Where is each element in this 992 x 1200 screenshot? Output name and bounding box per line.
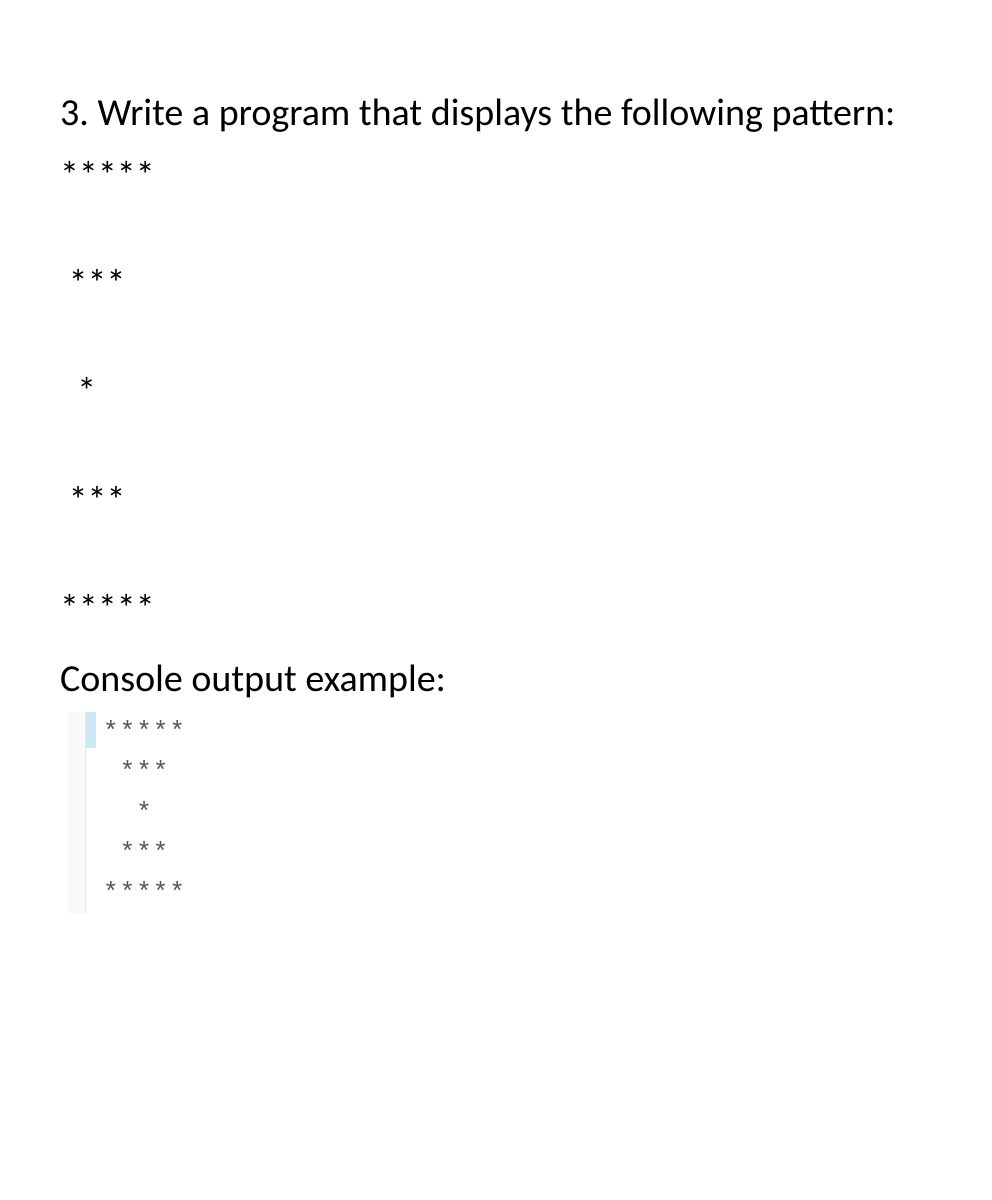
console-line-4: *** — [103, 833, 932, 873]
console-line-3: * — [103, 793, 932, 833]
console-gutter — [68, 712, 86, 913]
console-output-block: ***** *** * *** ***** — [68, 712, 932, 913]
console-line-1: ***** — [103, 712, 932, 752]
console-line-highlight — [86, 712, 96, 748]
console-line-2: *** — [103, 752, 932, 792]
console-line-5: ***** — [103, 873, 932, 913]
pattern-line-1: ***** — [60, 150, 932, 203]
question-prompt: 3. Write a program that displays the fol… — [60, 85, 932, 142]
pattern-line-5: ***** — [60, 583, 932, 636]
pattern-line-3: * — [60, 366, 932, 419]
pattern-line-2: *** — [60, 258, 932, 311]
console-output-label: Console output example: — [60, 656, 932, 702]
pattern-line-4: *** — [60, 475, 932, 528]
pattern-block: ***** *** * *** ***** — [60, 150, 932, 636]
